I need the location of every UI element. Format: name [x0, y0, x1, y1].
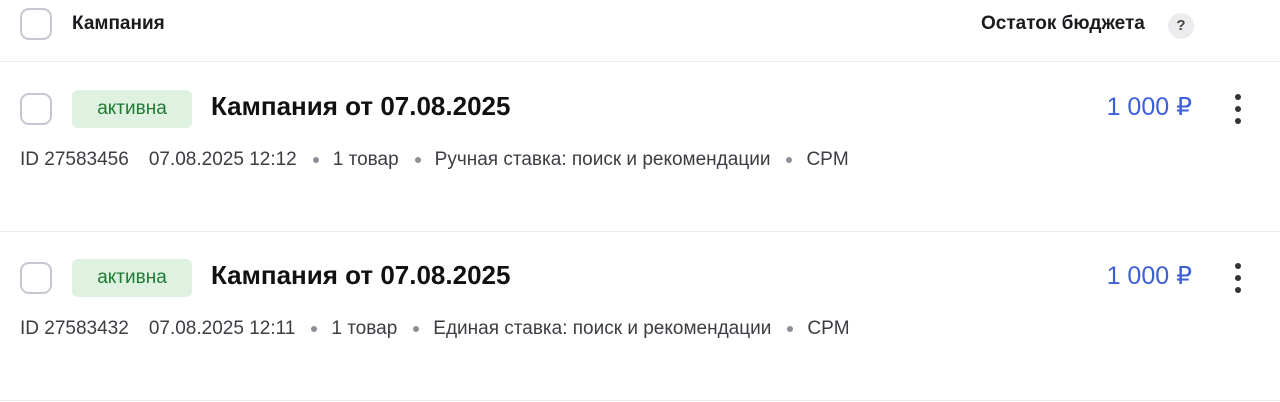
campaign-column-header[interactable]: Кампания	[72, 13, 165, 35]
products-count: 1 товар	[331, 318, 398, 339]
status-badge: активна	[72, 90, 192, 128]
campaign-name-link[interactable]: Кампания от 07.08.2025	[211, 260, 510, 291]
more-vertical-icon[interactable]	[1225, 90, 1251, 128]
menu-dot	[1235, 263, 1241, 269]
campaign-name-link[interactable]: Кампания от 07.08.2025	[211, 91, 510, 122]
menu-dot	[1235, 275, 1241, 281]
campaigns-table: Кампания Остаток бюджета ? активна Кампа…	[0, 0, 1280, 402]
row-checkbox[interactable]	[20, 93, 52, 125]
campaign-meta: ID 27583456 07.08.2025 12:12 1 товар Руч…	[20, 149, 849, 171]
pricing-model: CPM	[807, 318, 850, 339]
campaign-meta: ID 27583432 07.08.2025 12:11 1 товар Еди…	[20, 318, 850, 340]
bullet-separator	[311, 326, 318, 332]
select-all-checkbox[interactable]	[20, 8, 52, 40]
row-checkbox[interactable]	[20, 262, 52, 294]
menu-dot	[1235, 287, 1241, 293]
campaign-id: ID 27583432	[20, 318, 129, 339]
status-badge: активна	[72, 259, 192, 297]
budget-column-header[interactable]: Остаток бюджета	[981, 13, 1145, 35]
question-mark-icon[interactable]: ?	[1168, 13, 1194, 39]
campaign-id: ID 27583456	[20, 149, 129, 170]
menu-dot	[1235, 106, 1241, 112]
budget-value[interactable]: 1 000 ₽	[1107, 92, 1192, 122]
bullet-separator	[414, 157, 421, 163]
bullet-separator	[413, 326, 420, 332]
bullet-separator	[312, 157, 319, 163]
bid-type: Ручная ставка: поиск и рекомендации	[434, 149, 771, 170]
bid-type: Единая ставка: поиск и рекомендации	[433, 318, 772, 339]
campaign-datetime: 07.08.2025 12:11	[148, 318, 296, 339]
menu-dot	[1235, 94, 1241, 100]
table-header: Кампания Остаток бюджета ?	[0, 0, 1280, 62]
menu-dot	[1235, 118, 1241, 124]
table-row: активна Кампания от 07.08.2025 1 000 ₽ I…	[0, 62, 1280, 232]
budget-value[interactable]: 1 000 ₽	[1107, 261, 1192, 291]
bullet-separator	[786, 157, 793, 163]
campaign-datetime: 07.08.2025 12:12	[148, 149, 297, 170]
table-row: активна Кампания от 07.08.2025 1 000 ₽ I…	[0, 231, 1280, 401]
products-count: 1 товар	[332, 149, 399, 170]
bullet-separator	[787, 326, 794, 332]
pricing-model: CPM	[806, 149, 849, 170]
more-vertical-icon[interactable]	[1225, 259, 1251, 297]
